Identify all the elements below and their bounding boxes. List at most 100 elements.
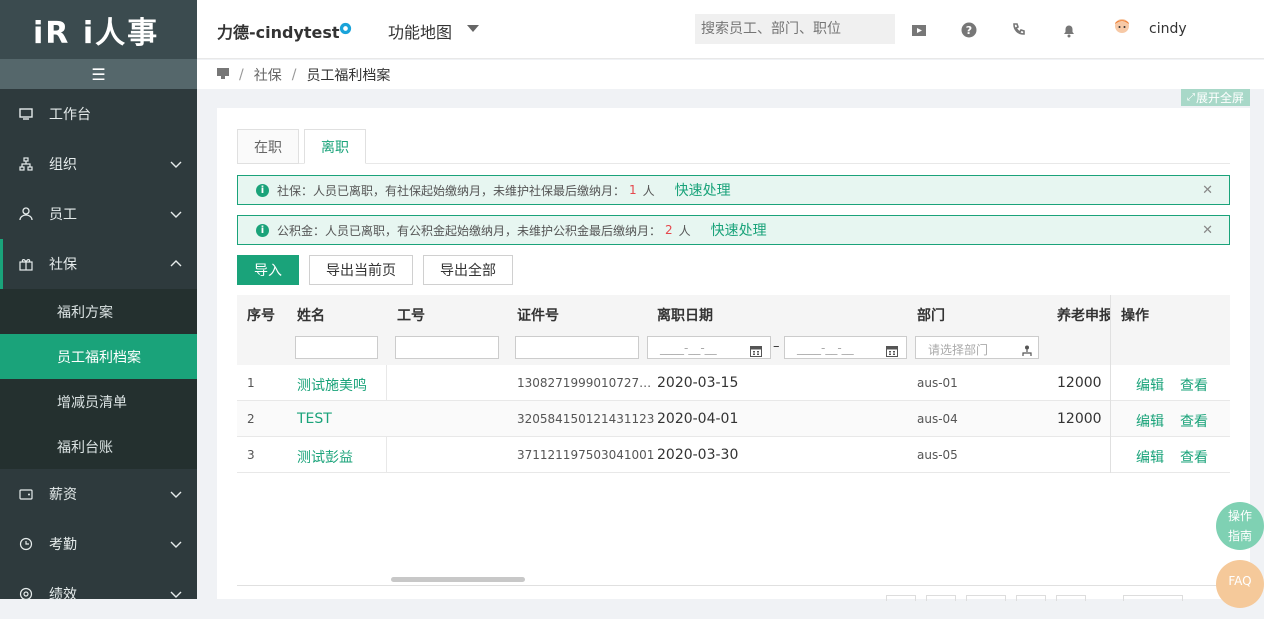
quick-process-link[interactable]: 快速处理 — [711, 220, 767, 240]
pagination-button[interactable] — [926, 595, 956, 601]
user-icon — [18, 206, 34, 222]
sidebar-item-label: 组织 — [49, 157, 77, 173]
alert-unit: 人 — [678, 223, 691, 238]
help-icon[interactable]: ? — [961, 22, 977, 38]
department: aus-01 — [917, 376, 958, 390]
fullscreen-label: 展开全屏 — [1195, 91, 1244, 105]
pension-base: 12000 — [1057, 375, 1102, 391]
alert-text: 公积金：人员已离职，有公积金起始缴纳月，未维护公积金最后缴纳月： — [277, 223, 662, 238]
expand-icon: ⤢ — [1186, 92, 1195, 103]
company-name[interactable]: 力德-cindytest — [217, 19, 340, 43]
bell-icon[interactable] — [1061, 22, 1077, 38]
alert-count: 2 — [665, 223, 673, 237]
page-size-select[interactable] — [1123, 595, 1183, 601]
export-all-button[interactable]: 导出全部 — [423, 255, 513, 285]
sidebar-item-label: 考勤 — [49, 537, 77, 553]
caret-down-icon[interactable] — [467, 25, 479, 32]
close-icon[interactable]: ✕ — [1202, 183, 1213, 198]
org-chart-icon — [1021, 342, 1033, 356]
date-range-separator: – — [773, 339, 780, 354]
app-logo[interactable]: iR i人事 — [0, 0, 197, 59]
faq-button[interactable]: FAQ — [1216, 560, 1264, 608]
alert-count: 1 — [629, 183, 637, 197]
sidebar-item-org[interactable]: 组织 — [0, 139, 197, 189]
name-filter-input[interactable] — [295, 336, 378, 359]
table-row[interactable]: 1 测试施美鸣 1308271999010727… 2020-03-15 aus… — [237, 365, 1230, 401]
leave-date: 2020-03-15 — [657, 375, 739, 391]
column-header: 离职日期 — [657, 308, 713, 324]
operation-column-divider — [1110, 295, 1230, 473]
id-number: 1308271999010727… — [517, 376, 652, 390]
tab-resigned-employees[interactable]: 离职 — [304, 129, 366, 164]
sidebar-item-performance[interactable]: 绩效 — [0, 569, 197, 619]
pagination-button[interactable] — [1056, 595, 1086, 601]
sidebar-item-salary[interactable]: 薪资 — [0, 469, 197, 519]
alert-unit: 人 — [642, 183, 655, 198]
phone-icon[interactable] — [1011, 22, 1027, 38]
status-tabs: 在职 离职 — [237, 129, 1230, 164]
sidebar-subitem-benefit-plan[interactable]: 福利方案 — [0, 289, 197, 334]
gift-icon — [18, 256, 34, 272]
sidebar-item-label: 薪资 — [49, 487, 77, 503]
chevron-down-icon — [169, 207, 183, 221]
gear-icon[interactable] — [338, 21, 353, 36]
monitor-icon — [18, 106, 34, 122]
username[interactable]: cindy — [1149, 21, 1187, 37]
leave-date-start-input[interactable]: ____-__-__ — [647, 336, 771, 359]
sidebar-item-social-security[interactable]: 社保 — [0, 239, 197, 289]
social-security-alert: i 社保：人员已离职，有社保起始缴纳月，未维护社保最后缴纳月： 1 人 快速处理… — [237, 175, 1230, 205]
employee-name-link[interactable]: 测试彭益 — [297, 447, 353, 467]
column-header: 工号 — [397, 308, 425, 324]
fullscreen-button[interactable]: ⤢ 展开全屏 — [1181, 89, 1250, 106]
home-icon[interactable] — [217, 67, 229, 83]
sidebar-subitem-employee-benefit-file[interactable]: 员工福利档案 — [0, 334, 197, 379]
svg-text:?: ? — [966, 24, 972, 37]
chevron-down-icon — [169, 487, 183, 501]
main-card: 在职 离职 i 社保：人员已离职，有社保起始缴纳月，未维护社保最后缴纳月： 1 … — [217, 108, 1250, 601]
chevron-up-icon — [169, 257, 183, 271]
horizontal-scrollbar[interactable] — [391, 577, 525, 582]
close-icon[interactable]: ✕ — [1202, 223, 1213, 238]
search-input[interactable] — [695, 14, 895, 44]
pagination-button[interactable] — [1016, 595, 1046, 601]
employee-table: 序号 姓名 工号 证件号 离职日期 部门 养老申报 操作 ____-__-__ … — [237, 295, 1230, 473]
pagination-button[interactable] — [886, 595, 916, 601]
leave-date: 2020-04-01 — [657, 411, 739, 427]
breadcrumb: / 社保 / 员工福利档案 — [197, 60, 1264, 89]
id-number-filter-input[interactable] — [515, 336, 639, 359]
sidebar-item-label: 绩效 — [49, 587, 77, 603]
video-icon[interactable] — [911, 22, 927, 38]
department-filter-select[interactable]: 请选择部门 — [915, 336, 1039, 359]
pension-base: 12000 — [1057, 411, 1102, 427]
column-header: 证件号 — [517, 308, 559, 324]
sidebar-item-employee[interactable]: 员工 — [0, 189, 197, 239]
menu-collapse-icon[interactable]: ☰ — [0, 59, 197, 89]
leave-date-end-input[interactable]: ____-__-__ — [784, 336, 907, 359]
operation-guide-label: 操作指南 — [1227, 509, 1252, 543]
table-row[interactable]: 3 测试彭益 371121197503041001 2020-03-30 aus… — [237, 437, 1230, 473]
import-button[interactable]: 导入 — [237, 255, 299, 285]
quick-process-link[interactable]: 快速处理 — [675, 180, 731, 200]
sidebar-subitem-change-list[interactable]: 增减员清单 — [0, 379, 197, 424]
tab-active-employees[interactable]: 在职 — [237, 129, 299, 164]
operation-guide-button[interactable]: 操作指南 — [1216, 502, 1264, 550]
emp-id-filter-input[interactable] — [395, 336, 499, 359]
leave-date: 2020-03-30 — [657, 447, 739, 463]
employee-name-link[interactable]: 测试施美鸣 — [297, 375, 367, 395]
department: aus-05 — [917, 448, 958, 462]
date-placeholder: ____-__-__ — [660, 341, 717, 355]
sidebar-item-attendance[interactable]: 考勤 — [0, 519, 197, 569]
function-map-menu[interactable]: 功能地图 — [388, 19, 452, 43]
row-index: 3 — [247, 448, 255, 462]
table-row[interactable]: 2 TEST 320584150121431123 2020-04-01 aus… — [237, 401, 1230, 437]
sidebar-item-workbench[interactable]: 工作台 — [0, 89, 197, 139]
avatar[interactable] — [1112, 17, 1132, 39]
breadcrumb-item[interactable]: 社保 — [254, 65, 282, 85]
export-page-button[interactable]: 导出当前页 — [309, 255, 413, 285]
breadcrumb-current: 员工福利档案 — [306, 67, 391, 84]
id-number: 371121197503041001 — [517, 448, 655, 462]
sidebar-subitem-benefit-ledger[interactable]: 福利台账 — [0, 424, 197, 469]
employee-name-link[interactable]: TEST — [297, 411, 332, 427]
pagination-button[interactable] — [966, 595, 1006, 601]
id-number: 320584150121431123 — [517, 412, 655, 426]
